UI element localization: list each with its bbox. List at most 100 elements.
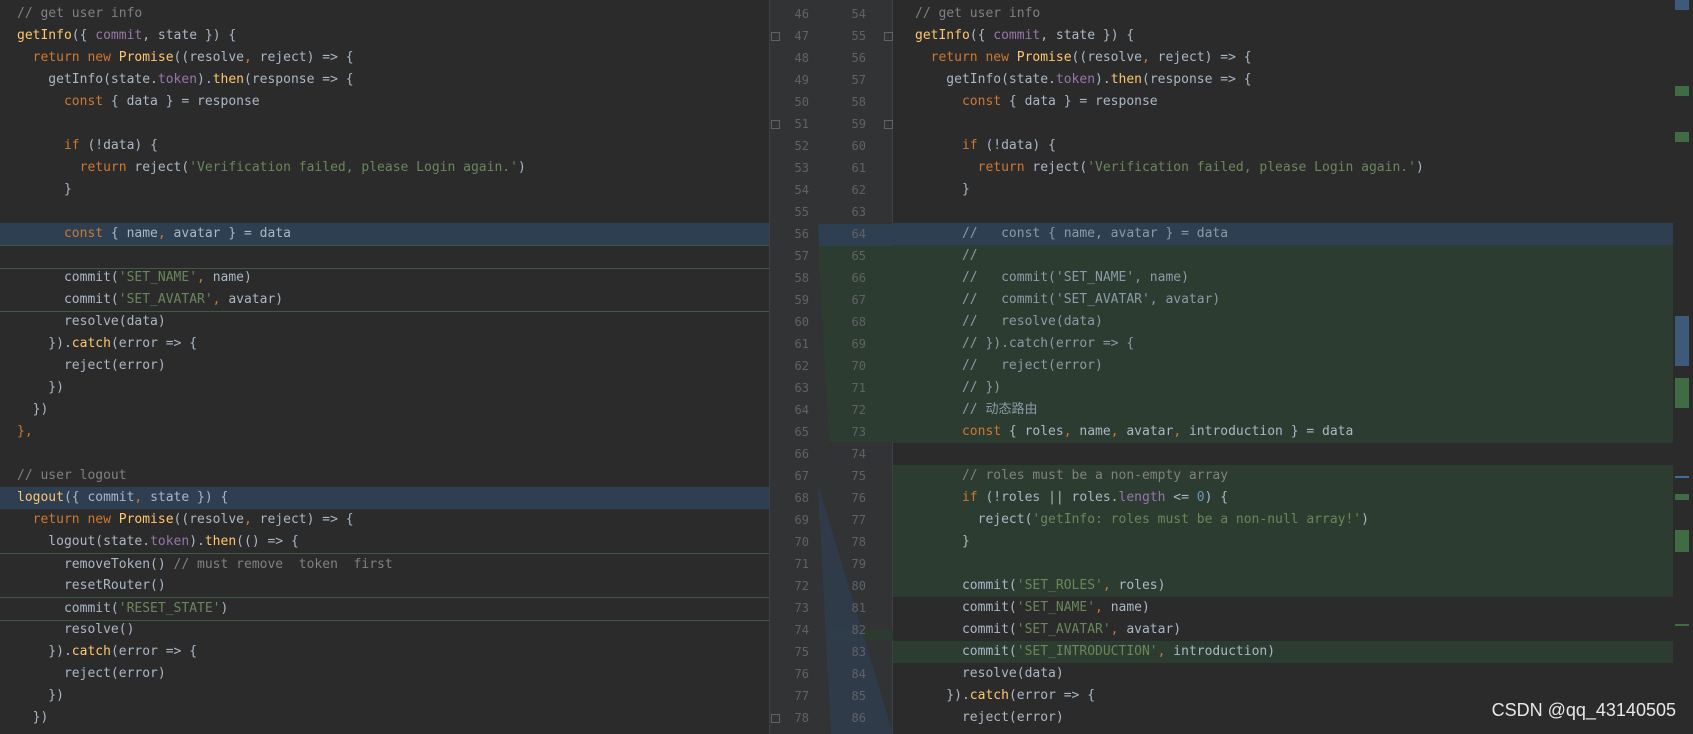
left-code-line[interactable]: resolve() bbox=[0, 619, 769, 641]
left-code-line[interactable]: logout({ commit, state }) { bbox=[0, 487, 769, 509]
right-code-line[interactable] bbox=[893, 443, 1673, 465]
right-code-line[interactable]: const { data } = response bbox=[893, 91, 1673, 113]
code-token: } bbox=[915, 534, 970, 549]
left-code-line[interactable]: const { data } = response bbox=[0, 91, 769, 113]
left-code-line[interactable] bbox=[0, 245, 769, 269]
right-code-line[interactable]: getInfo(state.token).then(response => { bbox=[893, 69, 1673, 91]
left-code-line[interactable]: }) bbox=[0, 377, 769, 399]
code-token: (response => { bbox=[1142, 72, 1252, 87]
right-code-line[interactable]: reject('getInfo: roles must be a non-nul… bbox=[893, 509, 1673, 531]
left-code-line[interactable]: resolve(data) bbox=[0, 311, 769, 333]
fold-icon[interactable] bbox=[771, 714, 780, 723]
left-code-line[interactable]: reject(error) bbox=[0, 663, 769, 685]
left-code-line[interactable]: return reject('Verification failed, plea… bbox=[0, 157, 769, 179]
right-code-line[interactable]: } bbox=[893, 531, 1673, 553]
code-token: }). bbox=[17, 336, 72, 351]
left-editor-pane[interactable]: // get user info getInfo({ commit, state … bbox=[0, 0, 769, 734]
left-code-line[interactable]: }) bbox=[0, 685, 769, 707]
code-token: then bbox=[1110, 72, 1142, 87]
right-editor-pane[interactable]: // get user info getInfo({ commit, state … bbox=[893, 0, 1673, 734]
left-code-line[interactable]: } bbox=[0, 179, 769, 201]
left-code-line[interactable] bbox=[0, 201, 769, 223]
left-code-line[interactable]: }) bbox=[0, 707, 769, 729]
right-code-line[interactable] bbox=[893, 113, 1673, 135]
right-code-line[interactable]: commit('SET_INTRODUCTION', introduction) bbox=[893, 641, 1673, 663]
left-code-line[interactable]: const { name, avatar } = data bbox=[0, 223, 769, 245]
fold-icon[interactable] bbox=[884, 32, 893, 41]
code-token: , state }) { bbox=[142, 28, 237, 43]
code-token: resolve(data) bbox=[17, 314, 166, 329]
right-code-line[interactable]: // commit('SET_NAME', name) bbox=[893, 267, 1673, 289]
left-code-line[interactable]: // get user info bbox=[0, 3, 769, 25]
fold-icon[interactable] bbox=[771, 32, 780, 41]
right-code-line[interactable]: return new Promise((resolve, reject) => … bbox=[893, 47, 1673, 69]
right-code-line[interactable]: // commit('SET_AVATAR', avatar) bbox=[893, 289, 1673, 311]
left-code-line[interactable]: logout(state.token).then(() => { bbox=[0, 531, 769, 553]
right-code-line[interactable]: if (!data) { bbox=[893, 135, 1673, 157]
code-token: (error => { bbox=[110, 644, 198, 659]
right-code-line[interactable] bbox=[893, 201, 1673, 223]
left-code-line[interactable]: getInfo(state.token).then(response => { bbox=[0, 69, 769, 91]
left-code-line[interactable]: commit('RESET_STATE') bbox=[0, 597, 769, 621]
right-code-line[interactable]: getInfo({ commit, state }) { bbox=[893, 25, 1673, 47]
left-code-line[interactable] bbox=[0, 113, 769, 135]
right-code-line[interactable]: // 动态路由 bbox=[893, 399, 1673, 421]
code-token: token bbox=[157, 72, 198, 87]
left-line-number: 58 bbox=[794, 271, 809, 285]
left-code-line[interactable]: return new Promise((resolve, reject) => … bbox=[0, 47, 769, 69]
right-code-text: // get user info bbox=[915, 3, 1040, 25]
code-token: commit( bbox=[915, 622, 1017, 637]
code-token: , bbox=[1095, 600, 1111, 615]
right-code-line[interactable]: // roles must be a non-empty array bbox=[893, 465, 1673, 487]
left-code-line[interactable]: }) bbox=[0, 399, 769, 421]
code-token: }) bbox=[17, 688, 64, 703]
right-code-line[interactable]: // }).catch(error => { bbox=[893, 333, 1673, 355]
left-code-line[interactable]: getInfo({ commit, state }) { bbox=[0, 25, 769, 47]
left-code-text: }) bbox=[17, 399, 49, 421]
left-code-line[interactable] bbox=[0, 443, 769, 465]
right-code-line[interactable]: if (!roles || roles.length <= 0) { bbox=[893, 487, 1673, 509]
right-code-line[interactable]: // bbox=[893, 245, 1673, 267]
fold-icon[interactable] bbox=[884, 120, 893, 129]
code-token: commit bbox=[95, 28, 143, 43]
code-token: , bbox=[1157, 644, 1174, 659]
right-code-line[interactable]: // }) bbox=[893, 377, 1673, 399]
right-code-line[interactable]: // resolve(data) bbox=[893, 311, 1673, 333]
code-token: const bbox=[17, 94, 111, 109]
right-code-text: commit('SET_NAME', name) bbox=[915, 597, 1150, 619]
code-token: length bbox=[1118, 490, 1166, 505]
code-token: // commit('SET_NAME', name) bbox=[915, 270, 1189, 285]
code-token: , bbox=[244, 512, 260, 527]
left-code-line[interactable]: }).catch(error => { bbox=[0, 641, 769, 663]
right-code-line[interactable]: commit('SET_ROLES', roles) bbox=[893, 575, 1673, 597]
left-code-line[interactable]: if (!data) { bbox=[0, 135, 769, 157]
right-code-line[interactable]: return reject('Verification failed, plea… bbox=[893, 157, 1673, 179]
right-code-line[interactable]: resolve(data) bbox=[893, 663, 1673, 685]
left-code-line[interactable]: resetRouter() bbox=[0, 575, 769, 597]
code-token: 0 bbox=[1196, 490, 1205, 505]
right-code-line[interactable]: commit('SET_AVATAR', avatar) bbox=[893, 619, 1673, 641]
right-code-line[interactable]: const { roles, name, avatar, introductio… bbox=[893, 421, 1673, 443]
right-code-line[interactable]: commit('SET_NAME', name) bbox=[893, 597, 1673, 619]
left-code-text: commit('SET_AVATAR', avatar) bbox=[17, 289, 283, 311]
code-token: commit bbox=[993, 28, 1041, 43]
left-code-line[interactable]: // user logout bbox=[0, 465, 769, 487]
left-code-line[interactable]: }, bbox=[0, 421, 769, 443]
right-code-line[interactable]: // const { name, avatar } = data bbox=[893, 223, 1673, 245]
right-code-line[interactable]: } bbox=[893, 179, 1673, 201]
left-code-line[interactable]: commit('SET_NAME', name) bbox=[0, 267, 769, 289]
diff-scrollbar[interactable] bbox=[1673, 0, 1693, 734]
right-code-line[interactable]: // reject(error) bbox=[893, 355, 1673, 377]
left-code-line[interactable]: reject(error) bbox=[0, 355, 769, 377]
fold-icon[interactable] bbox=[771, 120, 780, 129]
left-code-line[interactable]: }).catch(error => { bbox=[0, 333, 769, 355]
left-code-line[interactable]: return new Promise((resolve, reject) => … bbox=[0, 509, 769, 531]
left-line-number: 68 bbox=[794, 491, 809, 505]
left-code-line[interactable]: commit('SET_AVATAR', avatar) bbox=[0, 289, 769, 312]
right-code-line[interactable]: // get user info bbox=[893, 3, 1673, 25]
right-code-line[interactable] bbox=[893, 553, 1673, 575]
left-line-number: 71 bbox=[794, 557, 809, 571]
code-token: then bbox=[212, 72, 244, 87]
right-code-text: // commit('SET_NAME', name) bbox=[915, 267, 1189, 289]
left-code-line[interactable]: removeToken() // must remove token first bbox=[0, 553, 769, 576]
